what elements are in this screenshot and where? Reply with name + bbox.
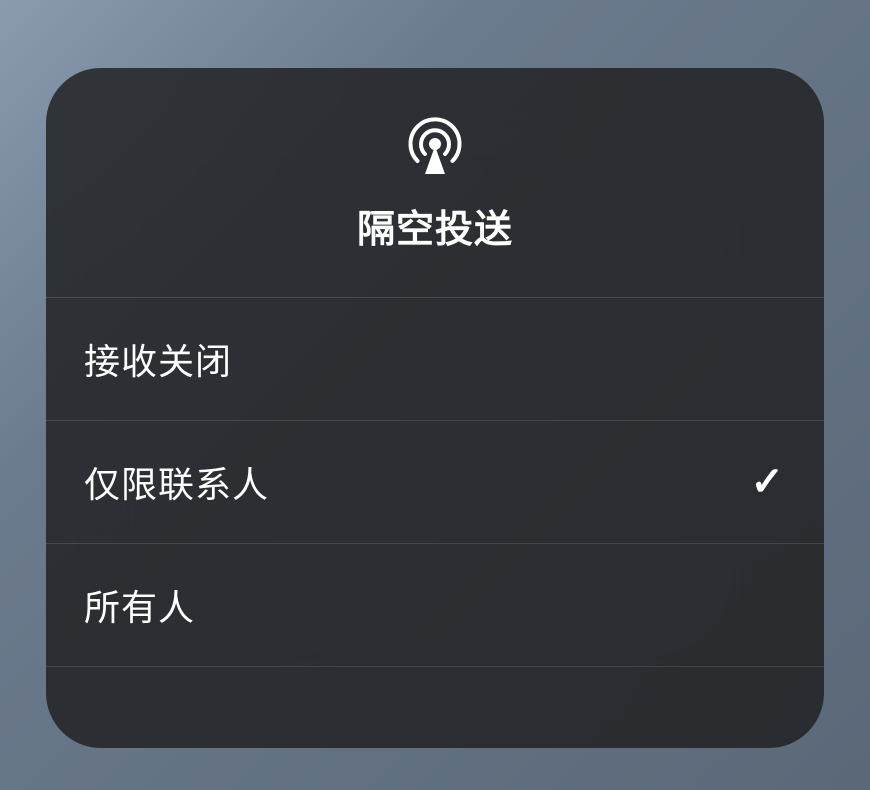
panel-header: 隔空投送 xyxy=(46,68,824,298)
option-label: 仅限联系人 xyxy=(84,456,269,508)
option-label: 接收关闭 xyxy=(84,333,232,385)
airdrop-settings-panel: 隔空投送 接收关闭 ✓ 仅限联系人 ✓ 所有人 ✓ xyxy=(46,68,824,748)
option-everyone[interactable]: 所有人 ✓ xyxy=(46,544,824,667)
option-contacts-only[interactable]: 仅限联系人 ✓ xyxy=(46,421,824,544)
panel-title: 隔空投送 xyxy=(357,198,513,253)
airdrop-icon xyxy=(403,112,467,176)
checkmark-icon: ✓ xyxy=(750,459,784,505)
option-label: 所有人 xyxy=(84,579,195,631)
option-receiving-off[interactable]: 接收关闭 ✓ xyxy=(46,298,824,421)
options-list: 接收关闭 ✓ 仅限联系人 ✓ 所有人 ✓ xyxy=(46,298,824,748)
